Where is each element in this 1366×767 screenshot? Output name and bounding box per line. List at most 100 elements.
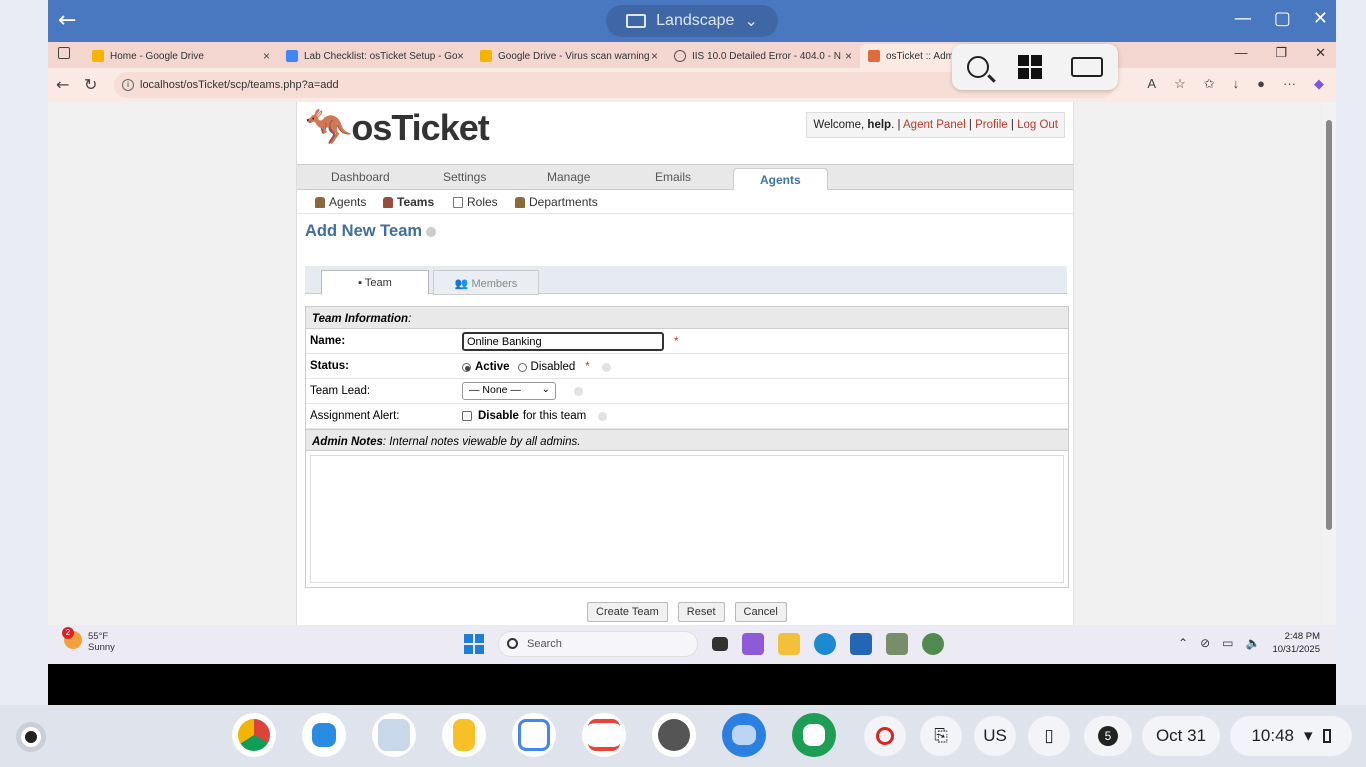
help-icon[interactable] (574, 386, 583, 396)
favorite-star-icon[interactable]: ☆ (1174, 76, 1186, 92)
keyboard-layout[interactable]: US (974, 716, 1016, 756)
windows-key-icon[interactable] (1017, 55, 1042, 79)
calculator-icon[interactable] (792, 713, 836, 757)
close-tab-icon[interactable]: × (845, 49, 852, 63)
help-icon[interactable] (601, 362, 611, 372)
tab-google-drive[interactable]: Home - Google Drive × (84, 44, 276, 68)
chrome-icon[interactable] (232, 713, 276, 757)
files-icon[interactable] (722, 713, 766, 757)
subnav-teams[interactable]: Teams (383, 195, 434, 209)
page-scrollbar[interactable] (1322, 102, 1336, 625)
remote-overlay-toolbar (952, 44, 1118, 90)
profile-icon[interactable]: ● (1257, 76, 1265, 92)
orientation-toggle[interactable]: Landscape ⌄ (606, 5, 778, 37)
edge-icon[interactable] (814, 633, 836, 655)
wifi-icon: ▾ (1304, 726, 1313, 745)
google-calendar-icon[interactable] (512, 713, 556, 757)
reset-button[interactable]: Reset (677, 602, 725, 622)
gmail-icon[interactable] (582, 713, 626, 757)
copilot-icon[interactable]: ◆ (1314, 76, 1324, 92)
desktop-background-right (1334, 0, 1366, 705)
profile-link[interactable]: Profile (975, 119, 1008, 131)
cancel-button[interactable]: Cancel (734, 602, 787, 622)
osticket-logo[interactable]: 🦘osTicket (305, 106, 490, 150)
help-icon[interactable] (426, 226, 437, 237)
iis-manager-icon[interactable] (886, 633, 908, 655)
browser-restore-button[interactable]: ❐ (1275, 45, 1287, 61)
nav-agents[interactable]: Agents (733, 168, 828, 190)
refresh-icon[interactable]: ↻ (84, 75, 97, 94)
nav-manage[interactable]: Manage (547, 170, 590, 184)
remote-desktop-icon[interactable] (652, 713, 696, 757)
back-arrow-icon[interactable]: ← (58, 8, 76, 33)
gallery-icon[interactable] (372, 713, 416, 757)
more-options-icon[interactable]: ··· (1283, 76, 1296, 92)
kangaroo-icon: 🦘 (305, 107, 352, 149)
store-icon[interactable] (850, 633, 872, 655)
nav-settings[interactable]: Settings (443, 170, 486, 184)
volume-icon[interactable]: 🔈 (1246, 636, 1261, 650)
close-tab-icon[interactable]: × (457, 49, 464, 63)
disable-alert-checkbox[interactable] (462, 411, 472, 421)
tab-members[interactable]: 👥 Members (433, 270, 539, 295)
screen-record-icon[interactable] (864, 716, 906, 756)
phone-hub-icon[interactable]: ▯ (1028, 716, 1070, 756)
agent-panel-link[interactable]: Agent Panel (903, 119, 966, 131)
help-icon[interactable] (598, 411, 608, 421)
taskbar-search[interactable]: Search (498, 631, 698, 657)
weather-widget[interactable]: 2 55°F Sunny (62, 627, 115, 653)
zoom-in-icon[interactable] (966, 56, 989, 78)
launcher-icon[interactable] (16, 722, 46, 752)
shelf-date[interactable]: Oct 31 (1142, 716, 1220, 756)
windows-start-icon[interactable] (464, 634, 484, 654)
display-icon[interactable]: ▭ (1222, 636, 1233, 650)
heidisql-icon[interactable] (922, 633, 944, 655)
nav-dashboard[interactable]: Dashboard (331, 170, 390, 184)
browser-minimize-button[interactable]: — (1234, 45, 1247, 61)
clipboard-icon[interactable]: ⎘ (920, 716, 962, 756)
status-active-radio[interactable] (462, 362, 471, 372)
logout-link[interactable]: Log Out (1017, 119, 1058, 131)
task-view-icon[interactable] (712, 637, 728, 651)
scrollbar-thumb[interactable] (1326, 120, 1332, 530)
site-info-icon[interactable]: i (122, 79, 134, 91)
network-off-icon[interactable]: ⊘ (1200, 636, 1210, 650)
admin-notes-textarea[interactable] (310, 455, 1064, 583)
shelf-time: 10:48 (1251, 726, 1294, 745)
subnav-departments[interactable]: Departments (515, 195, 598, 209)
favorites-icon[interactable]: ✩ (1204, 76, 1215, 92)
tab-actions-icon[interactable] (58, 47, 70, 59)
keyboard-icon[interactable] (1071, 57, 1104, 77)
google-keep-icon[interactable] (442, 713, 486, 757)
close-tab-icon[interactable]: × (651, 49, 658, 63)
tray-chevron-up-icon[interactable]: ⌃ (1178, 636, 1188, 650)
windows-app-icon[interactable] (302, 713, 346, 757)
read-aloud-icon[interactable]: A (1147, 76, 1156, 92)
notification-counter[interactable]: 5 (1084, 716, 1132, 756)
file-explorer-icon[interactable] (778, 633, 800, 655)
maximize-button[interactable]: ▢ (1274, 8, 1291, 29)
copilot-app-icon[interactable] (742, 633, 764, 655)
assignment-alert-label: Assignment Alert: (310, 410, 400, 422)
close-button[interactable]: ✕ (1313, 8, 1328, 29)
back-icon[interactable]: ← (56, 75, 69, 94)
team-lead-select[interactable]: — None — ⌄ (462, 382, 556, 400)
subnav-roles[interactable]: Roles (453, 195, 498, 209)
tab-virus-scan[interactable]: Google Drive - Virus scan warning × (472, 44, 664, 68)
downloads-icon[interactable]: ↓ (1233, 76, 1240, 92)
nav-emails[interactable]: Emails (655, 170, 691, 184)
tab-team[interactable]: ▪ Team (321, 270, 429, 295)
windows-clock[interactable]: 2:48 PM 10/31/2025 (1272, 630, 1320, 656)
close-tab-icon[interactable]: × (263, 49, 270, 63)
google-drive-icon (92, 50, 104, 62)
subnav-agents[interactable]: Agents (315, 195, 366, 209)
tab-lab-checklist[interactable]: Lab Checklist: osTicket Setup - Go × (278, 44, 470, 68)
name-input[interactable] (462, 332, 664, 351)
browser-close-button[interactable]: ✕ (1315, 45, 1326, 61)
minimize-button[interactable]: — (1234, 8, 1252, 29)
remote-titlebar: ← Landscape ⌄ — ▢ ✕ (48, 0, 1336, 42)
create-team-button[interactable]: Create Team (587, 602, 668, 622)
status-area[interactable]: 10:48 ▾ (1230, 716, 1352, 756)
tab-iis-error[interactable]: IIS 10.0 Detailed Error - 404.0 - N × (666, 44, 858, 68)
status-disabled-radio[interactable] (517, 362, 527, 372)
